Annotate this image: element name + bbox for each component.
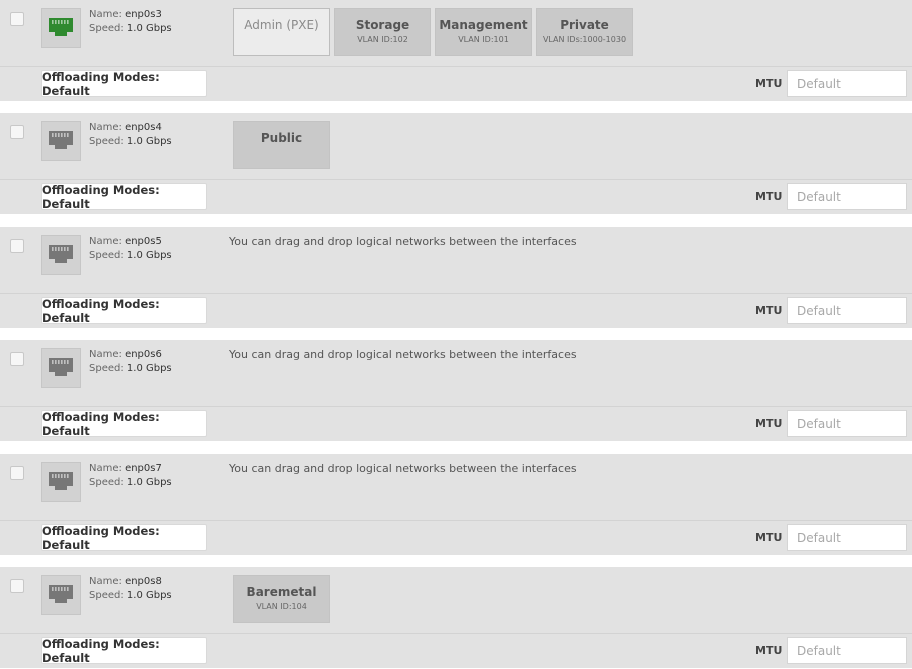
interface-name: enp0s6 (125, 349, 162, 360)
mtu-input[interactable] (787, 410, 907, 437)
mtu-input[interactable] (787, 183, 907, 210)
name-label: Name: (89, 236, 122, 247)
mtu-input[interactable] (787, 70, 907, 97)
network-block[interactable]: Management VLAN ID:101 (435, 8, 532, 56)
network-vlan: VLAN ID:104 (256, 602, 307, 611)
interface-info: Name: enp0s7 Speed: 1.0 Gbps (89, 462, 172, 490)
mtu-label: MTU (755, 190, 783, 203)
interface-name: enp0s4 (125, 122, 162, 133)
network-name: Admin (PXE) (244, 18, 319, 32)
interface-name: enp0s7 (125, 463, 162, 474)
ethernet-port-icon (41, 348, 81, 388)
drag-drop-hint: You can drag and drop logical networks b… (229, 235, 577, 248)
speed-label: Speed: (89, 23, 124, 34)
name-label: Name: (89, 349, 122, 360)
interface-speed: 1.0 Gbps (126, 23, 172, 34)
interface-row-enp0s7: Name: enp0s7 Speed: 1.0 Gbps You can drag … (0, 454, 912, 555)
drag-drop-hint: You can drag and drop logical networks b… (229, 348, 577, 361)
network-name: Storage (355, 18, 410, 32)
network-name: Management (439, 18, 528, 32)
mtu-input[interactable] (787, 524, 907, 551)
network-name: Public (260, 131, 303, 145)
interface-name: enp0s3 (125, 9, 162, 20)
interface-row-enp0s6: Name: enp0s6 Speed: 1.0 Gbps You can drag … (0, 340, 912, 441)
network-block[interactable]: Private VLAN IDs:1000-1030 (536, 8, 633, 56)
offloading-modes-button[interactable]: Offloading Modes: Default (41, 410, 207, 438)
interface-speed: 1.0 Gbps (126, 136, 172, 147)
network-vlan: VLAN ID:101 (458, 35, 509, 44)
drag-drop-hint: You can drag and drop logical networks b… (229, 462, 577, 475)
interface-row-enp0s4: Name: enp0s4 Speed: 1.0 Gbps Public Offload… (0, 113, 912, 214)
speed-label: Speed: (89, 477, 124, 488)
speed-label: Speed: (89, 590, 124, 601)
interface-speed: 1.0 Gbps (126, 250, 172, 261)
ethernet-port-icon (41, 462, 81, 502)
network-block[interactable]: Baremetal VLAN ID:104 (233, 575, 330, 623)
mtu-label: MTU (755, 304, 783, 317)
interface-row-enp0s5: Name: enp0s5 Speed: 1.0 Gbps You can drag … (0, 227, 912, 328)
speed-label: Speed: (89, 363, 124, 374)
ethernet-port-icon (41, 8, 81, 48)
mtu-input[interactable] (787, 297, 907, 324)
interface-info: Name: enp0s6 Speed: 1.0 Gbps (89, 348, 172, 376)
interface-speed: 1.0 Gbps (126, 590, 172, 601)
interface-speed: 1.0 Gbps (126, 363, 172, 374)
network-name: Baremetal (246, 585, 317, 599)
interface-info: Name: enp0s8 Speed: 1.0 Gbps (89, 575, 172, 603)
interface-checkbox[interactable] (10, 239, 24, 253)
interface-info: Name: enp0s3 Speed: 1.0 Gbps (89, 8, 172, 36)
name-label: Name: (89, 9, 122, 20)
interface-name: enp0s8 (125, 576, 162, 587)
interface-checkbox[interactable] (10, 125, 24, 139)
ethernet-port-icon (41, 121, 81, 161)
interface-checkbox[interactable] (10, 579, 24, 593)
name-label: Name: (89, 463, 122, 474)
interface-name: enp0s5 (125, 236, 162, 247)
speed-label: Speed: (89, 250, 124, 261)
ethernet-port-icon (41, 235, 81, 275)
interface-checkbox[interactable] (10, 466, 24, 480)
mtu-label: MTU (755, 531, 783, 544)
interface-checkbox[interactable] (10, 352, 24, 366)
interface-speed: 1.0 Gbps (126, 477, 172, 488)
offloading-modes-button[interactable]: Offloading Modes: Default (41, 183, 207, 211)
network-vlan: VLAN IDs:1000-1030 (542, 35, 627, 44)
interface-info: Name: enp0s4 Speed: 1.0 Gbps (89, 121, 172, 149)
ethernet-port-icon (41, 575, 81, 615)
interface-info: Name: enp0s5 Speed: 1.0 Gbps (89, 235, 172, 263)
network-block[interactable]: Admin (PXE) (233, 8, 330, 56)
name-label: Name: (89, 122, 122, 133)
network-block[interactable]: Public (233, 121, 330, 169)
assigned-networks: Admin (PXE) Storage VLAN ID:102 Management V… (233, 8, 633, 56)
network-block[interactable]: Storage VLAN ID:102 (334, 8, 431, 56)
network-vlan: VLAN ID:102 (357, 35, 408, 44)
offloading-modes-button[interactable]: Offloading Modes: Default (41, 70, 207, 98)
speed-label: Speed: (89, 136, 124, 147)
interface-row-enp0s3: Name: enp0s3 Speed: 1.0 Gbps Admin (PXE) St… (0, 0, 912, 101)
offloading-modes-button[interactable]: Offloading Modes: Default (41, 524, 207, 552)
offloading-modes-button[interactable]: Offloading Modes: Default (41, 637, 207, 665)
mtu-input[interactable] (787, 637, 907, 664)
network-name: Private (560, 18, 609, 32)
assigned-networks: Baremetal VLAN ID:104 (233, 575, 330, 623)
offloading-modes-button[interactable]: Offloading Modes: Default (41, 297, 207, 325)
interface-checkbox[interactable] (10, 12, 24, 26)
name-label: Name: (89, 576, 122, 587)
mtu-label: MTU (755, 77, 783, 90)
mtu-label: MTU (755, 417, 783, 430)
mtu-label: MTU (755, 644, 783, 657)
assigned-networks: Public (233, 121, 330, 169)
interface-row-enp0s8: Name: enp0s8 Speed: 1.0 Gbps Baremetal VLAN… (0, 567, 912, 668)
